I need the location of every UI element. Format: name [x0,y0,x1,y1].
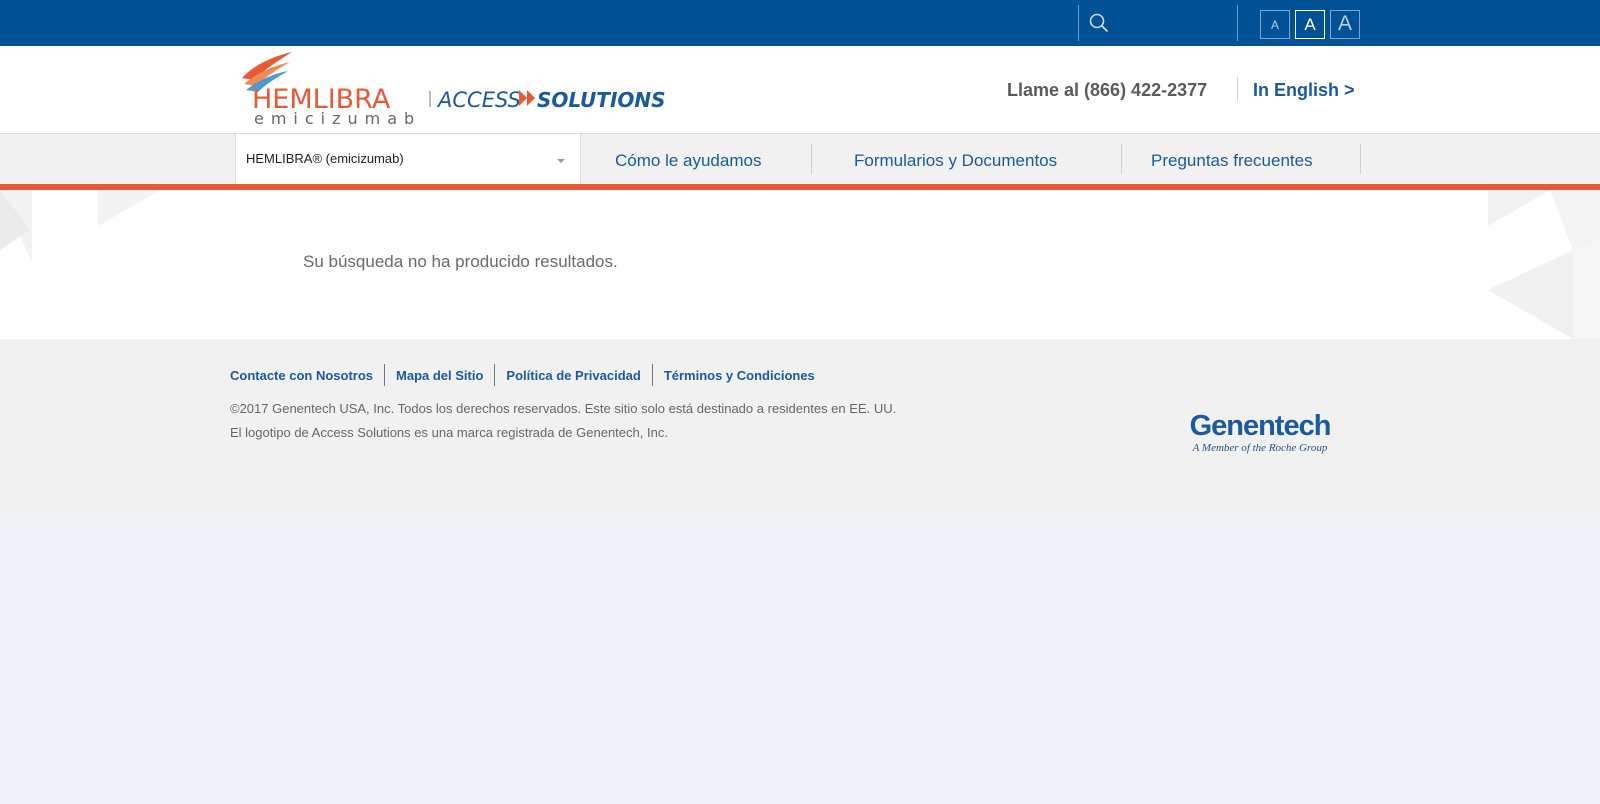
site-footer: Contacte con Nosotros Mapa del Sitio Pol… [0,339,1600,516]
search-icon[interactable] [1089,13,1109,33]
nav-item-preguntas[interactable]: Preguntas frecuentes [1151,151,1313,171]
divider [384,364,386,386]
search-input[interactable] [1112,9,1230,37]
divider [1237,5,1238,41]
english-language-link[interactable]: In English > [1253,80,1355,101]
footer-link-contact[interactable]: Contacte con Nosotros [230,368,373,383]
copyright-text: ©2017 Genentech USA, Inc. Todos los dere… [230,401,897,416]
nav-item-como-le-ayudamos[interactable]: Cómo le ayudamos [615,151,761,171]
phone-number: Llame al (866) 422-2377 [1007,80,1208,100]
product-select[interactable]: HEMLIBRA® (emicizumab) [235,134,581,184]
genentech-logo[interactable]: Genentech A Member of the Roche Group [1180,411,1340,455]
decorative-triangles [1488,190,1600,339]
divider [1360,144,1361,174]
font-size-medium-button[interactable]: A [1295,10,1325,39]
trademark-text: El logotipo de Access Solutions es una m… [230,425,668,440]
chevron-down-icon [557,159,565,163]
divider [1078,5,1079,41]
decorative-triangles [0,190,160,263]
svg-text:ACCESS: ACCESS [436,88,521,112]
divider [811,144,812,174]
genentech-wordmark: Genentech [1189,410,1332,442]
genentech-tagline: A Member of the Roche Group [1192,442,1328,454]
search-results-area: Su búsqueda no ha producido resultados. [0,190,1600,339]
nav-item-formularios[interactable]: Formularios y Documentos [854,151,1057,171]
divider [651,364,653,386]
footer-links: Contacte con Nosotros Mapa del Sitio Pol… [230,364,815,386]
site-header: HEMLIBRA emicizumab ACCESS SOLUTIONS Lla… [0,46,1600,133]
divider [494,364,496,386]
font-size-small-button[interactable]: A [1260,10,1290,39]
font-size-large-button[interactable]: A [1330,10,1360,39]
product-select-value: HEMLIBRA® (emicizumab) [246,151,404,166]
svg-text:emicizumab: emicizumab [254,109,421,128]
footer-link-sitemap[interactable]: Mapa del Sitio [396,368,483,383]
divider [1121,144,1122,174]
divider [1237,77,1238,101]
no-results-message: Su búsqueda no ha producido resultados. [303,252,618,271]
svg-text:SOLUTIONS: SOLUTIONS [537,88,666,112]
footer-link-privacy[interactable]: Política de Privacidad [506,368,640,383]
utility-bar: A A A [0,0,1600,46]
hemlibra-access-solutions-logo[interactable]: HEMLIBRA emicizumab ACCESS SOLUTIONS [240,48,680,130]
main-nav: HEMLIBRA® (emicizumab) Cómo le ayudamos … [0,133,1600,184]
footer-link-terms[interactable]: Términos y Condiciones [664,368,815,383]
